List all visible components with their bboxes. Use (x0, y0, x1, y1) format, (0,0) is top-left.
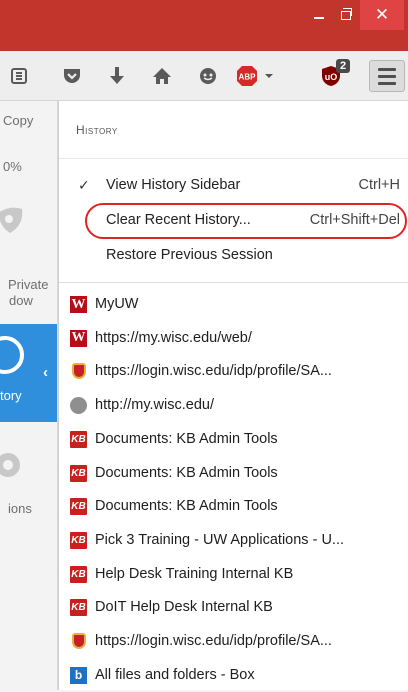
history-panel-title: History (76, 123, 118, 137)
history-entry[interactable]: Whttps://my.wisc.edu/web/ (59, 321, 408, 355)
svg-text:uO: uO (325, 72, 338, 82)
history-menu-item[interactable]: ‹ tory (0, 324, 57, 422)
history-entry[interactable]: W MyUW (59, 287, 408, 321)
history-entry-title: DoIT Help Desk Internal KB (95, 599, 273, 616)
annotation-circle (85, 203, 407, 239)
kb-icon: KB (70, 430, 87, 448)
chat-icon[interactable] (195, 63, 221, 89)
main-menu-panel: Copy 0% Private dow ‹ tory ions (0, 101, 58, 690)
history-entry-title: Documents: KB Admin Tools (95, 430, 278, 447)
history-entry[interactable]: b All files and folders - Box (59, 658, 408, 692)
kb-icon: KB (70, 599, 87, 617)
history-entry[interactable]: KB Documents: KB Admin Tools (59, 422, 408, 456)
close-icon: ✕ (374, 5, 390, 24)
history-entry[interactable]: https://login.wisc.edu/idp/profile/SA... (59, 624, 408, 658)
history-entry-title: Help Desk Training Internal KB (95, 565, 294, 582)
reading-list-icon[interactable] (7, 63, 31, 89)
private-window-label-line1: Private (8, 277, 49, 292)
history-entry-title: Documents: KB Admin Tools (95, 498, 278, 515)
open-menu-button[interactable] (369, 60, 405, 92)
chevron-left-icon: ‹ (43, 364, 48, 381)
w-icon: W (70, 329, 87, 347)
history-panel-header: History (59, 101, 408, 159)
browser-toolbar: ABP uO 2 (0, 51, 408, 101)
svg-text:ABP: ABP (239, 73, 257, 82)
zoom-value: 0% (3, 159, 22, 174)
adblock-plus-icon[interactable]: ABP (236, 63, 282, 89)
kb-icon: KB (70, 565, 87, 583)
history-entry[interactable]: KB Documents: KB Admin Tools (59, 489, 408, 523)
history-clock-icon (0, 336, 24, 374)
close-button[interactable]: ✕ (360, 0, 404, 30)
history-entry-title: MyUW (95, 296, 139, 312)
uw-crest-icon (72, 363, 86, 380)
history-entry[interactable]: KB Pick 3 Training - UW Applications - U.… (59, 523, 408, 557)
private-window-label-line2: dow (9, 293, 33, 308)
window-titlebar: ✕ (0, 0, 408, 51)
history-entry-title: Documents: KB Admin Tools (95, 464, 278, 481)
view-history-sidebar-item[interactable]: ✓ View History Sidebar Ctrl+H (59, 171, 408, 201)
minimize-button[interactable] (306, 0, 332, 30)
history-entry-title: http://my.wisc.edu/ (95, 397, 214, 414)
w-icon: W (70, 296, 87, 313)
home-icon[interactable] (149, 63, 175, 89)
history-entry[interactable]: KB DoIT Help Desk Internal KB (59, 590, 408, 624)
kb-icon: KB (70, 464, 87, 482)
history-panel: History ✓ View History Sidebar Ctrl+H Cl… (58, 101, 408, 690)
history-entry-title: https://login.wisc.edu/idp/profile/SA... (95, 633, 332, 649)
options-label: ions (8, 501, 32, 516)
history-entry-title: All files and folders - Box (95, 666, 255, 683)
history-entry-title: https://login.wisc.edu/idp/profile/SA... (95, 363, 332, 380)
history-entry[interactable]: KB Documents: KB Admin Tools (59, 456, 408, 490)
history-entry[interactable]: https://login.wisc.edu/idp/profile/SA... (59, 354, 408, 388)
kb-icon: KB (70, 531, 87, 549)
restore-previous-session-item[interactable]: Restore Previous Session (59, 241, 408, 271)
history-entry[interactable]: KB Help Desk Training Internal KB (59, 557, 408, 591)
menu-item-label: Restore Previous Session (106, 247, 273, 263)
menu-item-shortcut: Ctrl+H (358, 177, 401, 193)
hamburger-icon (378, 67, 396, 71)
box-icon: b (70, 666, 87, 684)
options-gear-icon[interactable] (0, 448, 28, 482)
kb-icon: KB (70, 498, 87, 516)
maximize-button[interactable] (332, 0, 360, 30)
pocket-icon[interactable] (59, 63, 85, 89)
menu-item-label: View History Sidebar (106, 177, 241, 193)
copy-button[interactable]: Copy (3, 113, 57, 128)
download-icon[interactable] (105, 63, 129, 89)
maximize-icon (341, 7, 352, 20)
history-entry[interactable]: http://my.wisc.edu/ (59, 388, 408, 422)
history-entry-title: https://my.wisc.edu/web/ (95, 329, 252, 346)
globe-icon (70, 397, 87, 415)
ublock-badge: 2 (336, 59, 351, 73)
history-entry-title: Pick 3 Training - UW Applications - U... (95, 531, 344, 548)
check-icon: ✓ (78, 177, 90, 193)
history-menu-label: tory (0, 388, 22, 403)
minimize-icon (314, 17, 324, 19)
private-window-icon[interactable] (0, 203, 26, 239)
uw-crest-icon (72, 633, 86, 649)
separator (59, 282, 408, 283)
